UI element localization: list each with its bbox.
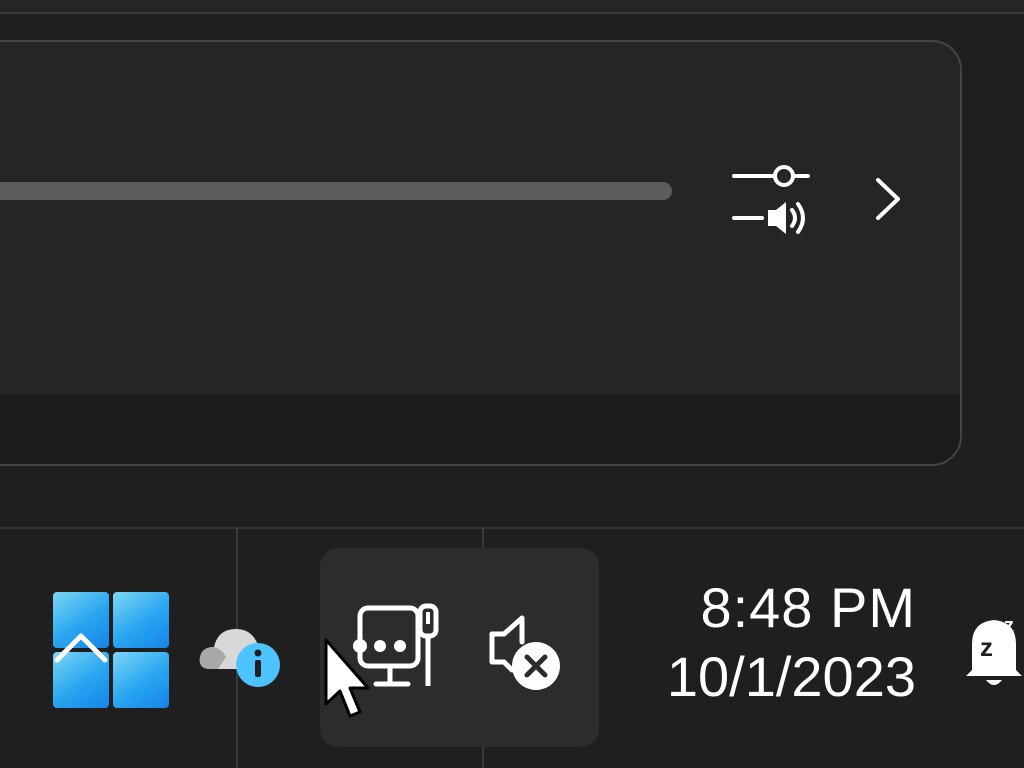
sound-mixer-button[interactable]	[732, 158, 822, 248]
onedrive-tray-button[interactable]	[196, 617, 286, 692]
flyout-footer	[0, 394, 960, 464]
svg-text:z: z	[980, 632, 993, 662]
taskbar-clock[interactable]: 8:48 PM 10/1/2023	[667, 576, 916, 714]
quick-settings-flyout	[0, 40, 962, 466]
desktop-screen: 8:48 PM 10/1/2023 z z	[0, 0, 1024, 768]
sound-mixer-icon	[732, 165, 810, 234]
chevron-right-icon	[876, 178, 900, 220]
volume-slider[interactable]	[0, 180, 672, 202]
chevron-up-icon	[54, 633, 108, 663]
clock-time: 8:48 PM	[700, 576, 916, 639]
start-button[interactable]	[53, 592, 169, 708]
window-top-edge	[0, 0, 1024, 14]
volume-slider-track	[0, 182, 672, 200]
svg-text:z: z	[1004, 615, 1014, 637]
onedrive-cloud-info-icon	[199, 629, 280, 687]
more-sound-settings-button[interactable]	[870, 174, 910, 224]
speaker-muted-icon	[489, 615, 560, 690]
notification-bell-snooze-icon[interactable]: z z	[958, 610, 1024, 690]
mouse-pointer-icon	[324, 638, 370, 718]
clock-date: 10/1/2023	[666, 645, 916, 708]
